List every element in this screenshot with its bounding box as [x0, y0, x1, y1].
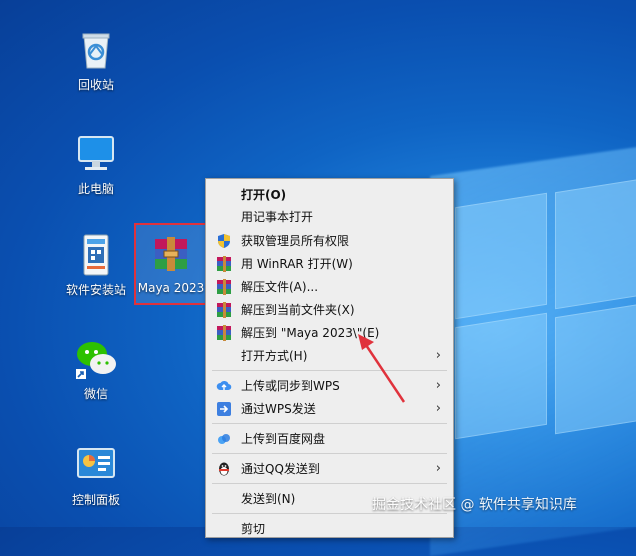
winrar-icon: [216, 325, 232, 341]
annotation-arrow-icon: [358, 334, 406, 403]
desktop-icon-software-station[interactable]: 软件安装站: [56, 233, 136, 298]
menu-item-label: 用 WinRAR 打开(W): [241, 257, 353, 271]
shield-icon: [216, 233, 232, 249]
cloud-upload-icon: [216, 378, 232, 394]
menu-item-label: 解压到当前文件夹(X): [241, 303, 355, 317]
desktop-icon-wechat[interactable]: 微信: [56, 337, 136, 402]
desktop-icon-label: 回收站: [77, 78, 114, 92]
baidu-netdisk-icon: [216, 431, 232, 447]
menu-item-label: 打开方式(H): [241, 349, 308, 363]
winrar-archive-icon: [149, 233, 193, 277]
menu-item-label: 获取管理员所有权限: [241, 234, 350, 248]
winrar-icon: [216, 279, 232, 295]
menu-item-open-winrar[interactable]: 用 WinRAR 打开(W): [206, 253, 453, 275]
wallpaper-pane: [455, 192, 547, 320]
desktop-icon-label: Maya 2023: [137, 281, 205, 295]
wallpaper-pane: [555, 302, 636, 435]
wallpaper-pane: [455, 312, 547, 440]
desktop-icon-label: 控制面板: [71, 493, 120, 507]
watermark-text: 掘金技术社区 @ 软件共享知识库: [372, 497, 577, 513]
menu-item-label: 上传或同步到WPS: [241, 379, 340, 393]
menu-item-extract-files[interactable]: 解压文件(A)...: [206, 276, 453, 298]
send-arrow-icon: [216, 401, 232, 417]
recycle-bin-icon: [74, 28, 118, 72]
desktop-icon-this-pc[interactable]: 此电脑: [56, 132, 136, 197]
menu-item-label: 打开(O): [241, 188, 287, 202]
chevron-right-icon: ›: [435, 348, 441, 363]
desktop-icon-control-panel[interactable]: 控制面板: [56, 443, 136, 508]
menu-separator: [212, 423, 447, 424]
menu-item-send-qq[interactable]: 通过QQ发送到 ›: [206, 458, 453, 480]
menu-item-label: 用记事本打开: [241, 210, 314, 224]
menu-item-label: 发送到(N): [241, 492, 296, 506]
document-icon: [74, 233, 118, 277]
desktop-icon-recycle-bin[interactable]: 回收站: [56, 28, 136, 93]
menu-item-open-notepad[interactable]: 用记事本打开: [206, 206, 453, 228]
computer-icon: [74, 132, 118, 176]
menu-item-baidu-pan[interactable]: 上传到百度网盘: [206, 428, 453, 450]
wallpaper-pane: [555, 177, 636, 310]
menu-item-label: 剪切: [241, 522, 266, 536]
desktop-icon-label: 软件安装站: [65, 283, 126, 297]
menu-item-label: 通过QQ发送到: [241, 462, 320, 476]
menu-item-open[interactable]: 打开(O): [206, 184, 453, 206]
chevron-right-icon: ›: [435, 401, 441, 416]
desktop-icon-label: 微信: [83, 387, 108, 401]
menu-item-label: 上传到百度网盘: [241, 432, 326, 446]
menu-item-take-ownership[interactable]: 获取管理员所有权限: [206, 230, 453, 252]
menu-separator: [212, 483, 447, 484]
menu-item-label: 解压文件(A)...: [241, 280, 319, 294]
control-panel-icon: [74, 443, 118, 487]
menu-item-extract-here[interactable]: 解压到当前文件夹(X): [206, 299, 453, 321]
desktop-icon-maya-archive[interactable]: Maya 2023: [131, 233, 211, 295]
chevron-right-icon: ›: [435, 378, 441, 393]
menu-item-cut[interactable]: 剪切: [206, 518, 453, 540]
winrar-icon: [216, 302, 232, 318]
wechat-icon: [74, 337, 118, 381]
qq-penguin-icon: [216, 461, 232, 477]
chevron-right-icon: ›: [435, 461, 441, 476]
menu-separator: [212, 453, 447, 454]
winrar-icon: [216, 256, 232, 272]
menu-item-label: 通过WPS发送: [241, 402, 316, 416]
desktop-icon-label: 此电脑: [77, 182, 114, 196]
